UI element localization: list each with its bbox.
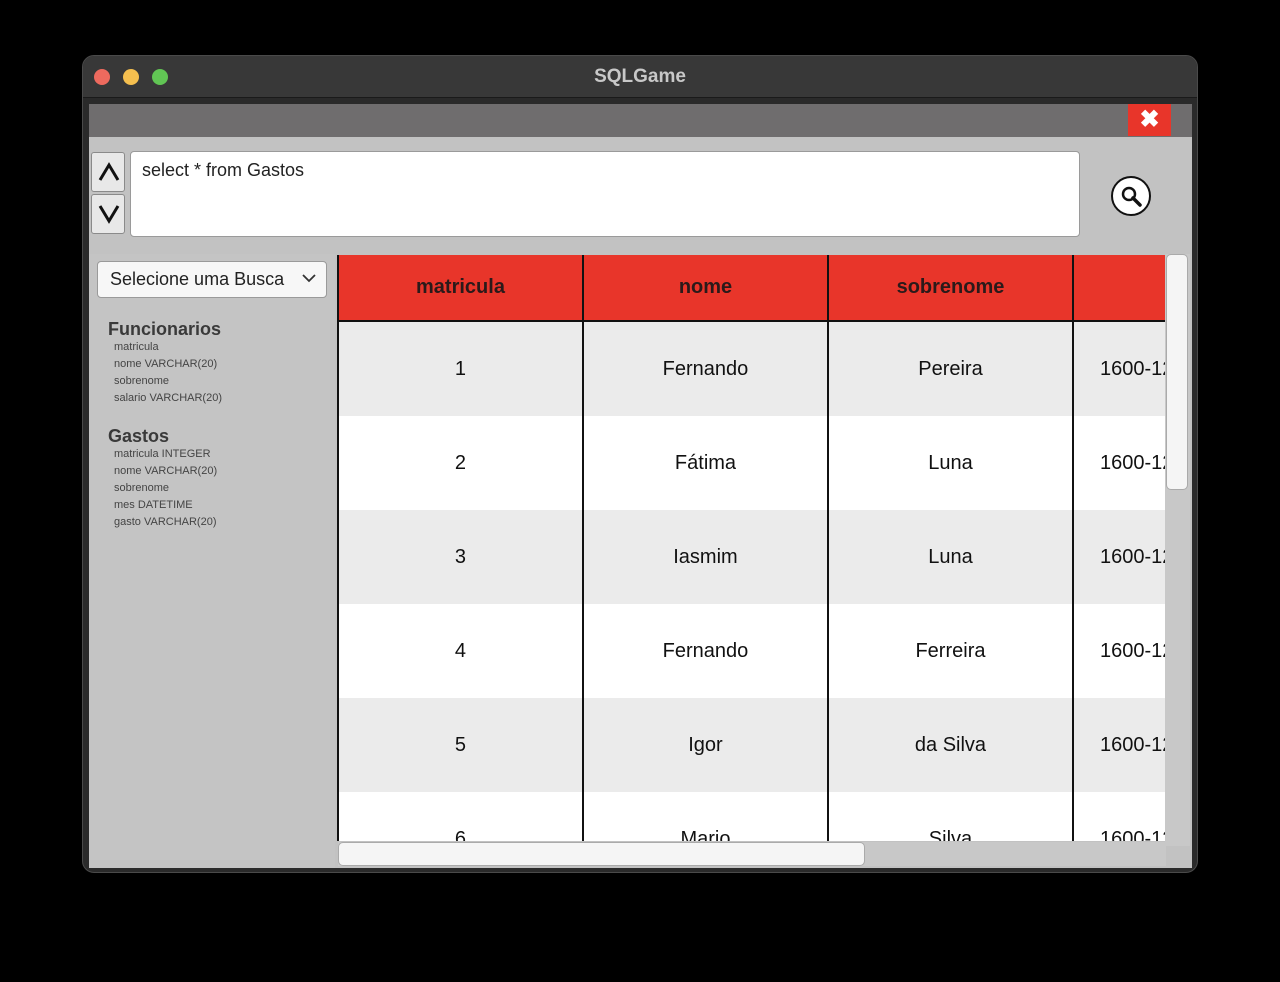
close-button[interactable]: ✖ xyxy=(1128,104,1171,136)
table-row[interactable]: 1 Fernando Pereira 1600-12 xyxy=(339,321,1166,416)
table-cell: 6 xyxy=(339,792,584,841)
table-header-row: matricula nome sobrenome xyxy=(339,255,1166,322)
table-cell: 4 xyxy=(339,604,584,698)
table-cell: 1600-12 xyxy=(1072,604,1166,698)
main-content: ✖ select * from Gastos Selecione uma Bus… xyxy=(89,104,1192,868)
table-cell: 1600-12 xyxy=(1072,510,1166,604)
schema-column: nome VARCHAR(20) xyxy=(114,465,218,477)
dropdown-label: Selecione uma Busca xyxy=(110,269,285,289)
table-row[interactable]: 2 Fátima Luna 1600-12 xyxy=(339,416,1166,510)
schema-column: sobrenome xyxy=(114,482,170,494)
table-cell: 3 xyxy=(339,510,584,604)
horizontal-scrollbar-thumb[interactable] xyxy=(338,842,865,866)
close-icon: ✖ xyxy=(1139,106,1160,133)
table-row[interactable]: 4 Fernando Ferreira 1600-12 xyxy=(339,604,1166,698)
table-cell: 1600-12 xyxy=(1072,321,1166,416)
schema-column: matricula INTEGER xyxy=(114,448,211,460)
window-title: SQLGame xyxy=(594,66,686,87)
search-button[interactable] xyxy=(1111,176,1151,216)
table-cell: 1600-12 xyxy=(1072,416,1166,510)
table-cell: Igor xyxy=(582,698,829,792)
schema-column: gasto VARCHAR(20) xyxy=(114,516,217,528)
table-cell: da Silva xyxy=(827,698,1074,792)
table-cell: Fernando xyxy=(582,321,829,416)
schema-column: mes DATETIME xyxy=(114,499,193,511)
search-icon xyxy=(1121,186,1142,207)
column-header[interactable]: sobrenome xyxy=(827,255,1074,322)
table-cell: 1600-12 xyxy=(1072,792,1166,841)
schema-column: nome VARCHAR(20) xyxy=(114,358,218,370)
table-row[interactable]: 5 Igor da Silva 1600-12 xyxy=(339,698,1166,792)
column-header[interactable]: matricula xyxy=(339,255,584,322)
table-row[interactable]: 3 Iasmim Luna 1600-12 xyxy=(339,510,1166,604)
toolbar: ✖ xyxy=(89,104,1192,137)
results-table-area: matricula nome sobrenome 1 Fernando Pere… xyxy=(337,255,1166,841)
chevron-down-icon xyxy=(98,205,120,224)
schema-table-name: Funcionarios xyxy=(108,319,222,339)
table-cell: 1600-12 xyxy=(1072,698,1166,792)
schema-table-funcionarios: Funcionarios matricula nome VARCHAR(20) … xyxy=(108,319,222,407)
table-cell: 1 xyxy=(339,321,584,416)
schema-table-name: Gastos xyxy=(108,426,170,446)
query-select-dropdown[interactable]: Selecione uma Busca xyxy=(97,261,327,298)
table-cell: Luna xyxy=(827,416,1074,510)
table-cell: Mario xyxy=(582,792,829,841)
table-cell: 2 xyxy=(339,416,584,510)
title-bar: SQLGame xyxy=(83,56,1197,98)
history-up-button[interactable] xyxy=(91,152,125,192)
schema-column: matricula xyxy=(114,341,159,353)
column-header[interactable]: nome xyxy=(582,255,829,322)
table-cell: Ferreira xyxy=(827,604,1074,698)
schema-sidebar: Selecione uma Busca Funcionarios matricu… xyxy=(89,254,335,868)
query-input[interactable]: select * from Gastos xyxy=(130,151,1080,237)
column-header[interactable] xyxy=(1072,255,1166,322)
app-window: SQLGame ✖ select * from Gastos Selecione… xyxy=(82,55,1198,873)
schema-column: sobrenome xyxy=(114,375,170,387)
schema-column: salario VARCHAR(20) xyxy=(114,392,222,404)
results-table: matricula nome sobrenome 1 Fernando Pere… xyxy=(339,255,1166,841)
table-cell: 5 xyxy=(339,698,584,792)
table-cell: Pereira xyxy=(827,321,1074,416)
table-cell: Silva xyxy=(827,792,1074,841)
history-down-button[interactable] xyxy=(91,194,125,234)
table-cell: Luna xyxy=(827,510,1074,604)
table-cell: Fernando xyxy=(582,604,829,698)
table-cell: Fátima xyxy=(582,416,829,510)
table-row[interactable]: 6 Mario Silva 1600-12 xyxy=(339,792,1166,841)
chevron-up-icon xyxy=(98,162,120,181)
table-cell: Iasmim xyxy=(582,510,829,604)
vertical-scrollbar-thumb[interactable] xyxy=(1166,254,1188,490)
chevron-down-icon xyxy=(302,274,316,283)
schema-table-gastos: Gastos matricula INTEGER nome VARCHAR(20… xyxy=(108,426,217,531)
